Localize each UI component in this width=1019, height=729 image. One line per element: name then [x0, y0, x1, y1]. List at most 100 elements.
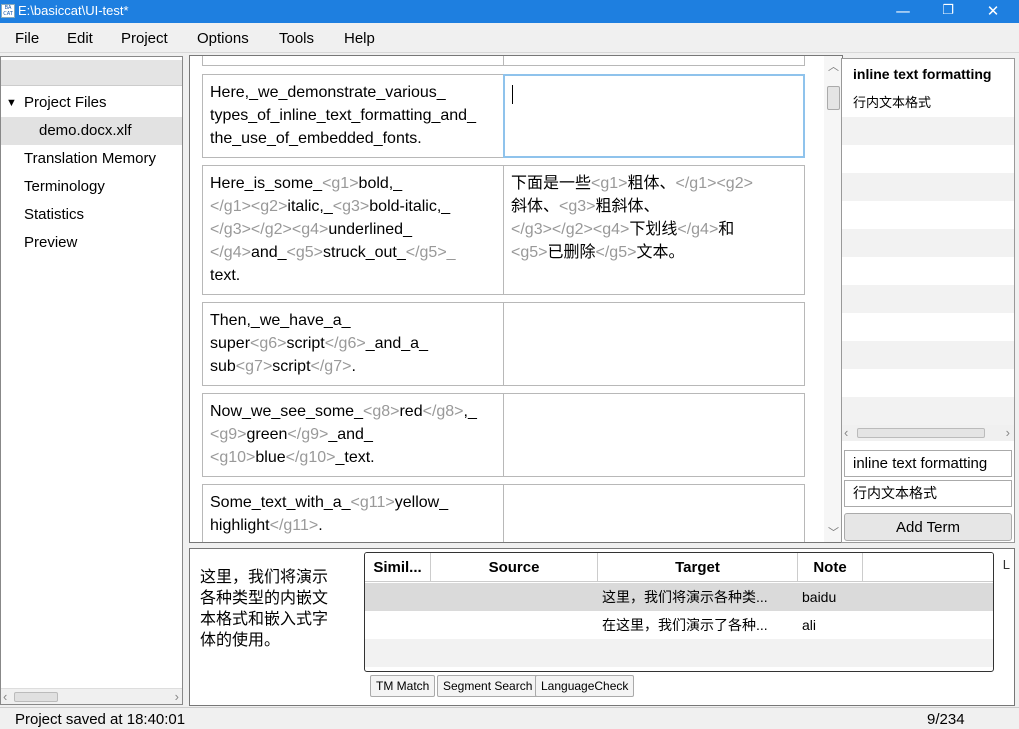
side-tab[interactable]: L: [1003, 557, 1010, 572]
segment-text-line: sub<g7>script</g7>.: [210, 355, 496, 378]
inline-tag: <g5>: [286, 244, 324, 261]
term-empty-row: [842, 257, 1014, 285]
target-cell[interactable]: [503, 56, 805, 66]
target-cell[interactable]: 下面是一些<g1>粗体、</g1><g2> 斜体、<g3>粗斜体、 </g3></g…: [503, 165, 805, 295]
segment-text: italic,_: [287, 198, 333, 215]
target-cell[interactable]: [503, 484, 805, 542]
column-header-empty: [863, 553, 993, 582]
term-source-input[interactable]: inline text formatting: [844, 450, 1012, 477]
source-preview: 这里，我们将演示各种类型的内嵌文本格式和嵌入式字体的使用。: [200, 569, 329, 649]
inline-tag: </g11>: [269, 517, 319, 534]
scroll-thumb[interactable]: [857, 428, 985, 438]
scroll-down-icon[interactable]: ﹀: [828, 524, 839, 540]
target-cell[interactable]: [503, 393, 805, 477]
term-empty-row: [842, 201, 1014, 229]
inline-tag: </g1><g2>: [675, 175, 753, 192]
sidebar-item-project-files[interactable]: ▼ Project Files: [1, 89, 182, 117]
source-cell[interactable]: Now_we_see_some_<g8>red</g8>,_ <g9>green<…: [202, 393, 504, 477]
segment-editor: Here,_we_demonstrate_various_ types_of_in…: [189, 55, 843, 543]
menu-file[interactable]: File: [15, 30, 39, 47]
text-caret: [512, 85, 513, 104]
sidebar-horizontal-scrollbar[interactable]: ‹ ›: [1, 688, 182, 704]
term-horizontal-scrollbar[interactable]: ‹ ›: [842, 425, 1014, 441]
scroll-right-icon[interactable]: ›: [1006, 425, 1010, 441]
table-row[interactable]: 在这里，我们演示了各种... ali: [365, 611, 993, 639]
cell-source: [435, 583, 595, 611]
add-term-button[interactable]: Add Term: [844, 513, 1012, 541]
inline-tag: <g1>: [322, 175, 359, 192]
segment-text: 和: [718, 221, 735, 238]
menu-help[interactable]: Help: [344, 30, 375, 47]
segment-text: text.: [210, 267, 241, 284]
segment-text: red: [399, 403, 423, 420]
term-match-row[interactable]: 行内文本格式: [842, 89, 1014, 117]
segment-text-line: <g10>blue</g10>_text.: [210, 446, 496, 469]
close-icon[interactable]: ✕: [971, 0, 1015, 23]
target-cell-active[interactable]: [503, 74, 805, 158]
scroll-up-icon[interactable]: ︿: [828, 58, 839, 74]
table-row-empty: [365, 639, 993, 667]
term-empty-row: [842, 369, 1014, 397]
table-row[interactable]: 这里，我们将演示各种类... baidu: [365, 583, 993, 611]
segment-text-line: </g3></g2><g4>下划线</g4>和: [511, 218, 797, 241]
menu-tools[interactable]: Tools: [279, 30, 314, 47]
scroll-thumb[interactable]: [827, 86, 840, 110]
cell-source: [435, 611, 595, 639]
term-empty-row: [842, 117, 1014, 145]
tm-match-table: Simil... Source Target Note 这里，我们将演示各种类.…: [364, 552, 994, 672]
menu-project[interactable]: Project: [121, 30, 168, 47]
segment-text-line: 下面是一些<g1>粗体、</g1><g2>: [511, 172, 797, 195]
inline-tag: </g9>: [287, 426, 329, 443]
sidebar-item-terminology[interactable]: Terminology: [1, 173, 182, 201]
column-header-similarity[interactable]: Simil...: [365, 553, 431, 582]
tab-segment-search[interactable]: Segment Search: [437, 675, 539, 697]
source-cell[interactable]: [202, 56, 504, 66]
minimize-icon[interactable]: —: [881, 0, 925, 23]
tab-language-check[interactable]: LanguageCheck: [535, 675, 635, 697]
sidebar-item-demo-file[interactable]: demo.docx.xlf: [1, 117, 182, 145]
expand-icon[interactable]: ▼: [6, 89, 17, 117]
segment-text: 文本。: [636, 244, 685, 261]
scroll-left-icon[interactable]: ‹: [3, 689, 7, 705]
segment-text-line: Now_we_see_some_<g8>red</g8>,_: [210, 400, 496, 423]
column-header-source[interactable]: Source: [431, 553, 598, 582]
segment-text-line: </g4>and_<g5>struck_out_</g5>_: [210, 241, 496, 264]
source-cell[interactable]: Some_text_with_a_<g11>yellow_ highlight</…: [202, 484, 504, 542]
term-empty-row: [842, 285, 1014, 313]
column-header-target[interactable]: Target: [598, 553, 798, 582]
menu-options[interactable]: Options: [197, 30, 249, 47]
segment-text: 粗斜体、: [595, 198, 660, 215]
segment-text: .: [351, 358, 356, 375]
editor-vertical-scrollbar[interactable]: ︿ ﹀: [824, 56, 842, 542]
inline-tag: </g8>: [422, 403, 464, 420]
segment-text-line: 斜体、<g3>粗斜体、: [511, 195, 797, 218]
scroll-right-icon[interactable]: ›: [175, 689, 179, 705]
match-panel: 这里，我们将演示各种类型的内嵌文本格式和嵌入式字体的使用。 Simil... S…: [189, 548, 1015, 706]
term-match-row[interactable]: inline text formatting: [842, 61, 1014, 89]
source-cell[interactable]: Here_is_some_<g1>bold,_ </g1><g2>italic,_…: [202, 165, 504, 295]
title-bar: BA CAT E:\basiccat\UI-test* — ❐ ✕: [0, 0, 1019, 23]
source-cell[interactable]: Then,_we_have_a_ super<g6>script</g6>_and…: [202, 302, 504, 386]
segment-text-line: Some_text_with_a_<g11>yellow_: [210, 491, 496, 514]
sidebar-item-preview[interactable]: Preview: [1, 229, 182, 257]
sidebar-item-statistics[interactable]: Statistics: [1, 201, 182, 229]
sidebar-item-translation-memory[interactable]: Translation Memory: [1, 145, 182, 173]
scroll-left-icon[interactable]: ‹: [844, 425, 848, 441]
target-cell[interactable]: [503, 302, 805, 386]
sidebar-item-label: demo.docx.xlf: [39, 122, 132, 139]
restore-icon[interactable]: ❐: [926, 0, 970, 23]
inline-tag: <g11>: [350, 494, 395, 511]
term-target-input[interactable]: 行内文本格式: [844, 480, 1012, 507]
tab-tm-match[interactable]: TM Match: [370, 675, 436, 697]
segment-text: 下面是一些: [511, 175, 592, 192]
segment-text-line: <g5>已删除</g5>文本。: [511, 241, 797, 264]
menu-edit[interactable]: Edit: [67, 30, 93, 47]
column-header-note[interactable]: Note: [798, 553, 863, 582]
inline-tag: <g9>: [210, 426, 247, 443]
term-empty-row: [842, 173, 1014, 201]
sidebar-item-label: Preview: [24, 234, 78, 251]
source-cell[interactable]: Here,_we_demonstrate_various_ types_of_in…: [202, 74, 504, 158]
segment-text: highlight: [210, 517, 270, 534]
cell-similarity: [369, 583, 429, 611]
scroll-thumb[interactable]: [14, 692, 58, 702]
